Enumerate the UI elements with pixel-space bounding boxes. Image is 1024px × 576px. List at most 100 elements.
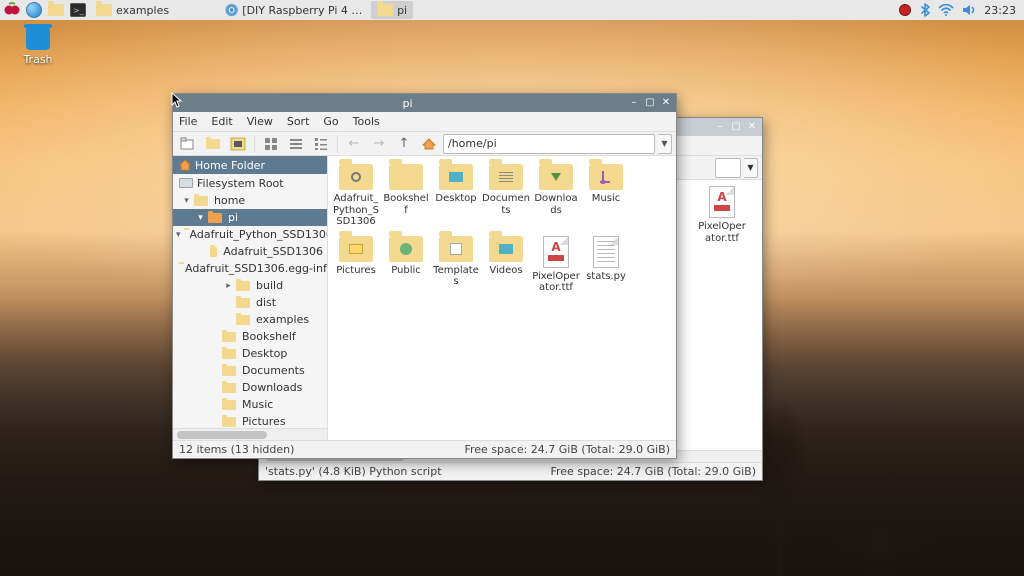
status-left: 'stats.py' (4.8 KiB) Python script xyxy=(265,465,442,478)
tree-row[interactable]: Adafruit_SSD1306 xyxy=(173,243,327,260)
tree-label: Bookshelf xyxy=(242,330,296,343)
expand-toggle[interactable]: ▾ xyxy=(176,230,181,240)
address-tail[interactable] xyxy=(715,158,741,178)
tree-row[interactable]: Documents xyxy=(173,362,327,379)
record-icon[interactable] xyxy=(898,3,912,17)
tree-row[interactable]: ▾pi xyxy=(173,209,327,226)
nav-forward-button[interactable]: → xyxy=(368,134,390,154)
directory-tree[interactable]: ▾home▾pi▾Adafruit_Python_SSD1306Adafruit… xyxy=(173,192,327,428)
place-home[interactable]: Home Folder xyxy=(173,156,327,174)
place-root[interactable]: Filesystem Root xyxy=(173,174,327,192)
minimize-button[interactable]: – xyxy=(714,121,726,133)
folder-icon xyxy=(208,213,222,223)
address-bar[interactable]: /home/pi xyxy=(443,134,655,154)
disk-icon xyxy=(179,178,193,188)
folder-icon xyxy=(194,196,208,206)
clock[interactable]: 23:23 xyxy=(984,4,1016,17)
menu-file[interactable]: File xyxy=(177,113,199,130)
file-item[interactable]: Downloads xyxy=(532,164,580,228)
terminal-launcher[interactable]: >_ xyxy=(68,1,88,19)
address-dropdown[interactable]: ▼ xyxy=(744,158,758,178)
file-item[interactable]: stats.py xyxy=(582,236,630,294)
tree-row[interactable]: dist xyxy=(173,294,327,311)
folder-icon xyxy=(222,383,236,393)
menu-tools[interactable]: Tools xyxy=(351,113,382,130)
file-label: Pictures xyxy=(332,265,380,277)
tree-row[interactable]: Bookshelf xyxy=(173,328,327,345)
home-icon xyxy=(179,159,191,171)
menu-view[interactable]: View xyxy=(245,113,275,130)
maximize-button[interactable]: ▢ xyxy=(644,97,656,109)
nav-back-button[interactable]: ← xyxy=(343,134,365,154)
file-label: PixelOperator.ttf xyxy=(532,271,580,294)
minimize-button[interactable]: – xyxy=(628,97,640,109)
file-manager-launcher[interactable] xyxy=(46,1,66,19)
filemanager-window[interactable]: pi – ▢ ✕ File Edit View Sort Go Tools ← … xyxy=(172,93,677,459)
nav-home-button[interactable] xyxy=(418,134,440,154)
tree-label: Adafruit_Python_SSD1306 xyxy=(190,228,327,241)
expand-toggle[interactable]: ▸ xyxy=(224,281,233,291)
file-view[interactable]: Adafruit_Python_SSD1306BookshelfDesktopD… xyxy=(328,156,676,440)
tree-label: Adafruit_SSD1306.egg-info xyxy=(185,262,327,275)
tree-hscrollbar[interactable] xyxy=(173,428,327,440)
trash-label: Trash xyxy=(10,53,66,66)
view-compact-button[interactable] xyxy=(310,134,332,154)
folder-icon xyxy=(222,332,236,342)
place-label: Filesystem Root xyxy=(197,177,284,190)
font-file-icon: A xyxy=(543,236,569,268)
expand-toggle[interactable]: ▾ xyxy=(196,213,205,223)
folder-icon xyxy=(96,4,112,16)
file-label: Downloads xyxy=(532,193,580,216)
task-chromium[interactable]: [DIY Raspberry Pi 4 D... xyxy=(219,1,369,19)
examples-launcher[interactable]: examples xyxy=(90,1,175,19)
view-icons-button[interactable] xyxy=(260,134,282,154)
menu-sort[interactable]: Sort xyxy=(285,113,312,130)
menu-go[interactable]: Go xyxy=(321,113,340,130)
tree-row[interactable]: ▾ Adafruit_Python_SSD1306 xyxy=(173,226,327,243)
tree-label: home xyxy=(214,194,245,207)
new-tab-button[interactable] xyxy=(177,134,199,154)
place-label: Home Folder xyxy=(195,159,265,172)
file-item[interactable]: Public xyxy=(382,236,430,294)
tree-row[interactable]: Music xyxy=(173,396,327,413)
volume-icon[interactable] xyxy=(962,4,976,16)
file-item[interactable]: Desktop xyxy=(432,164,480,228)
tree-row[interactable]: Pictures xyxy=(173,413,327,428)
file-item[interactable]: Templates xyxy=(432,236,480,294)
file-item[interactable]: Videos xyxy=(482,236,530,294)
tree-row[interactable]: Downloads xyxy=(173,379,327,396)
menu-edit[interactable]: Edit xyxy=(209,113,234,130)
address-dropdown-button[interactable]: ▼ xyxy=(658,134,672,154)
nav-up-button[interactable]: ↑ xyxy=(393,134,415,154)
browser-launcher[interactable] xyxy=(24,1,44,19)
file-item[interactable]: Bookshelf xyxy=(382,164,430,228)
expand-toggle[interactable]: ▾ xyxy=(182,196,191,206)
bluetooth-icon[interactable] xyxy=(920,3,930,17)
file-item[interactable]: A PixelOperator.ttf xyxy=(532,236,580,294)
view-list-button[interactable] xyxy=(285,134,307,154)
file-item[interactable]: Pictures xyxy=(332,236,380,294)
folder-icon xyxy=(222,349,236,359)
new-terminal-button[interactable] xyxy=(227,134,249,154)
file-item[interactable]: Music xyxy=(582,164,630,228)
tree-row[interactable]: Desktop xyxy=(173,345,327,362)
tree-row[interactable]: ▾ home xyxy=(173,192,327,209)
file-item[interactable]: A PixelOperator.ttf xyxy=(698,186,746,244)
file-label: PixelOperator.ttf xyxy=(698,221,746,244)
close-button[interactable]: ✕ xyxy=(660,97,672,109)
new-folder-button[interactable] xyxy=(202,134,224,154)
start-menu-button[interactable] xyxy=(2,1,22,19)
trash-desktop-icon[interactable]: Trash xyxy=(10,28,66,66)
file-item[interactable]: Adafruit_Python_SSD1306 xyxy=(332,164,380,228)
tree-row[interactable]: examples xyxy=(173,311,327,328)
close-button[interactable]: ✕ xyxy=(746,121,758,133)
wifi-icon[interactable] xyxy=(938,4,954,16)
task-filemanager[interactable]: pi xyxy=(371,1,413,19)
folder-icon xyxy=(222,366,236,376)
maximize-button[interactable]: ▢ xyxy=(730,121,742,133)
titlebar[interactable]: pi – ▢ ✕ xyxy=(173,94,676,112)
file-item[interactable]: Documents xyxy=(482,164,530,228)
tree-row[interactable]: ▸build xyxy=(173,277,327,294)
tree-row[interactable]: Adafruit_SSD1306.egg-info xyxy=(173,260,327,277)
file-label: Music xyxy=(582,193,630,205)
